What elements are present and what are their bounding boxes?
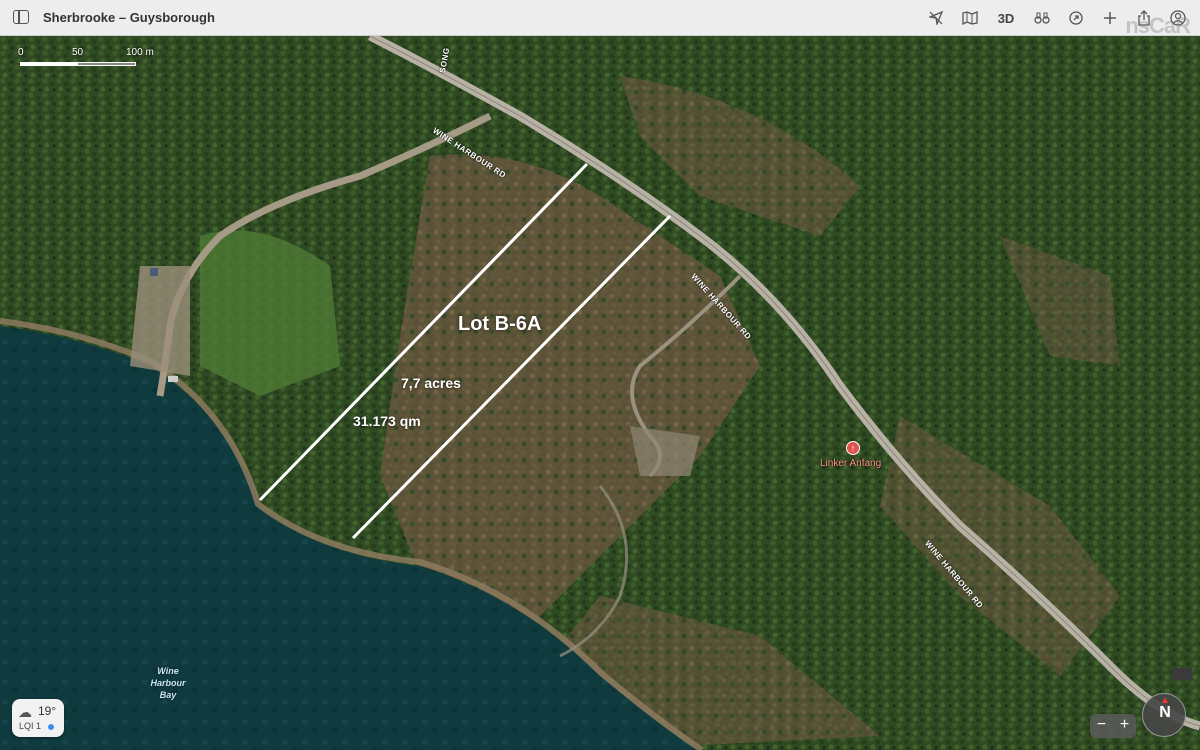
compass-needle-icon	[1162, 697, 1168, 703]
scale-bar: 0 50 100 m	[18, 47, 158, 71]
lot-area: 31.173 qm	[353, 413, 421, 429]
cloudy-icon: ☁	[18, 704, 32, 720]
bay-label: Wine Harbour Bay	[150, 666, 186, 700]
zoom-control: − +	[1090, 714, 1136, 738]
scale-label-50: 50	[72, 47, 84, 58]
zoom-in-button[interactable]: +	[1113, 714, 1136, 738]
lot-acres: 7,7 acres	[401, 375, 461, 391]
compass-button[interactable]: N	[1142, 693, 1186, 737]
3d-button[interactable]: 3D	[994, 8, 1018, 28]
add-icon[interactable]	[1100, 8, 1120, 28]
lot-title: Lot B-6A	[458, 313, 542, 335]
track-icon[interactable]	[1066, 8, 1086, 28]
map-icon[interactable]	[960, 8, 980, 28]
compass-label: N	[1159, 704, 1171, 721]
location-arrow-icon[interactable]	[926, 8, 946, 28]
scale-label-100: 100 m	[126, 47, 154, 58]
weather-widget[interactable]: ☁ 19° LQI 1	[12, 699, 64, 737]
binoculars-icon[interactable]	[1032, 8, 1052, 28]
scale-bar-graphic	[20, 62, 136, 66]
location-pin-icon[interactable]: ↑	[846, 441, 860, 455]
pin-label[interactable]: Linker Anfang	[820, 458, 881, 469]
air-quality: LQI 1	[19, 721, 42, 731]
watermark-logo: nsCaR	[1125, 13, 1191, 38]
title-bar: Sherbrooke – Guysborough 3D nsCaR	[0, 0, 1200, 38]
sidebar-toggle-icon[interactable]	[13, 10, 29, 24]
air-quality-dot	[48, 724, 54, 730]
map-imagery	[0, 36, 1200, 750]
zoom-out-button[interactable]: −	[1090, 714, 1113, 738]
window-title: Sherbrooke – Guysborough	[43, 10, 215, 25]
scale-label-0: 0	[18, 47, 24, 58]
temperature: 19°	[38, 704, 57, 718]
satellite-map[interactable]: WINE HARBOUR RD WINE HARBOUR RD WINE HAR…	[0, 36, 1200, 750]
